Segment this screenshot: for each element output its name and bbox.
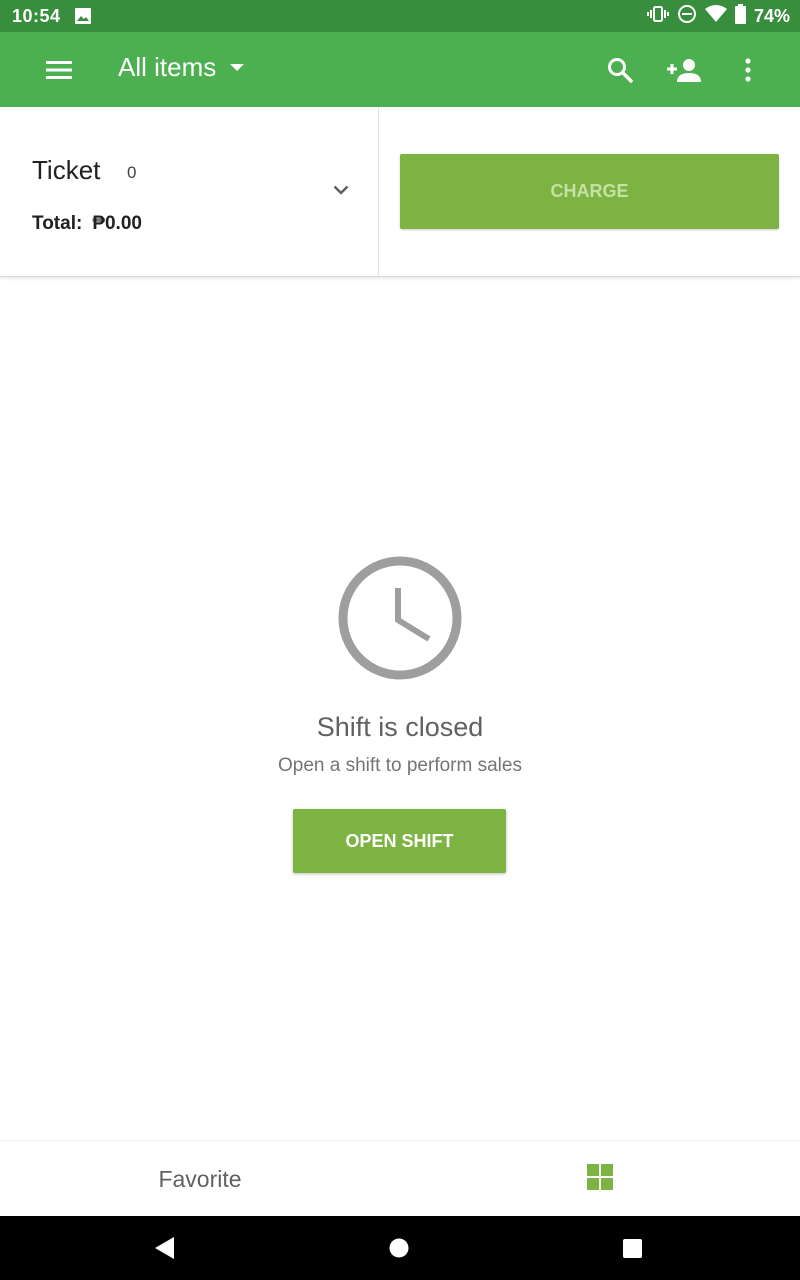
tab-grid[interactable] (400, 1141, 800, 1217)
dropdown-arrow-icon (230, 59, 245, 77)
ticket-total: Total: ₱0.00 (32, 213, 142, 235)
system-nav-bar (0, 1216, 800, 1280)
ticket-count: 0 (127, 163, 137, 182)
status-time: 10:54 (12, 6, 61, 26)
dnd-icon (677, 4, 697, 29)
ticket-summary[interactable]: Ticket 0 Total: ₱0.00 (0, 107, 379, 277)
tab-favorite[interactable]: Favorite (0, 1141, 400, 1217)
recents-icon[interactable] (616, 1232, 648, 1264)
ticket-total-label: Total: (32, 213, 83, 234)
chevron-down-icon[interactable] (324, 173, 358, 207)
open-shift-button[interactable]: OPEN SHIFT (293, 809, 506, 873)
ticket-panel: Ticket 0 Total: ₱0.00 CHARGE (0, 107, 800, 277)
ticket-total-value: ₱0.00 (92, 213, 142, 234)
app-bar: All items (0, 32, 800, 107)
menu-icon[interactable] (35, 46, 83, 94)
shift-status-subtitle: Open a shift to perform sales (278, 755, 522, 776)
app-bar-actions (596, 46, 772, 94)
back-icon[interactable] (149, 1232, 181, 1264)
vibrate-icon (646, 5, 669, 28)
image-icon (75, 8, 91, 29)
home-icon[interactable] (383, 1232, 415, 1264)
category-selector[interactable]: All items (118, 52, 245, 83)
shift-status-title: Shift is closed (316, 712, 484, 742)
clock-icon (337, 555, 463, 681)
status-bar: 10:54 74% (0, 0, 800, 32)
bottom-tabs: Favorite (0, 1140, 800, 1216)
more-vert-icon[interactable] (724, 46, 772, 94)
battery-icon (734, 3, 746, 29)
page-title: All items (118, 52, 217, 82)
add-customer-icon[interactable] (660, 46, 708, 94)
search-icon[interactable] (596, 46, 644, 94)
wifi-icon (704, 4, 727, 28)
grid-icon (587, 1163, 613, 1195)
status-icons: 74% (646, 3, 790, 29)
charge-button[interactable]: CHARGE (400, 154, 779, 229)
battery-percent: 74% (753, 5, 790, 26)
ticket-title: Ticket (32, 155, 101, 185)
